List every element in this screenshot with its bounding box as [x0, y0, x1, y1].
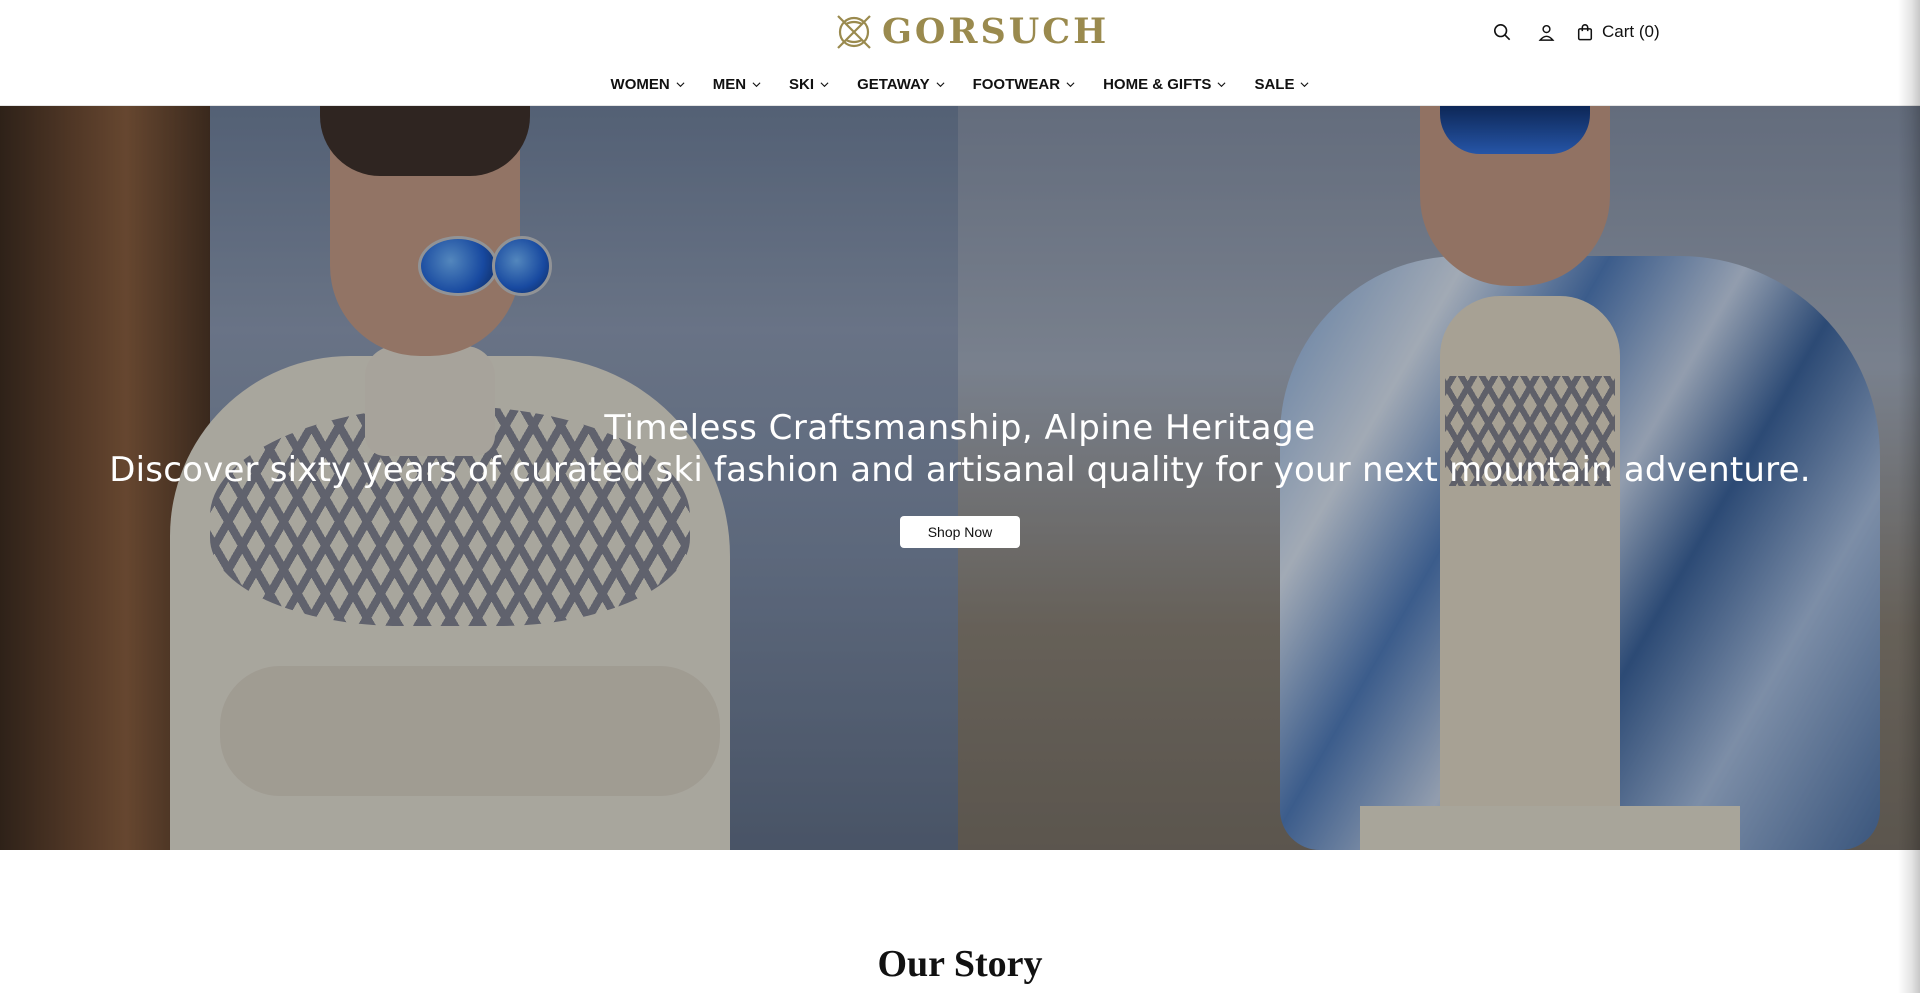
crossed-skis-crest-icon [837, 15, 871, 49]
nav-item-label: SKI [789, 75, 815, 93]
search-button[interactable] [1488, 18, 1516, 46]
nav-item-label: MEN [712, 75, 747, 93]
user-icon [1538, 24, 1554, 41]
hero-subtitle: Discover sixty years of curated ski fash… [109, 450, 1811, 490]
search-icon [1493, 23, 1511, 41]
section-title: Our Story [877, 943, 1043, 985]
nav-item-men[interactable]: MEN [699, 72, 775, 96]
shop-now-button[interactable]: Shop Now [900, 516, 1020, 548]
nav-item-home-gifts[interactable]: HOME & GIFTS [1089, 72, 1240, 96]
site-header: GORSUCH Cart (0) WOMEN MEN SKI GETAWAY F… [0, 0, 1920, 106]
main-navigation: WOMEN MEN SKI GETAWAY FOOTWEAR HOME & GI… [0, 72, 1920, 96]
brand-logo[interactable]: GORSUCH [832, 10, 1109, 54]
utility-nav: Cart (0) [1488, 18, 1660, 46]
nav-item-getaway[interactable]: GETAWAY [843, 72, 959, 96]
chevron-down-icon [1300, 81, 1309, 87]
nav-item-ski[interactable]: SKI [775, 72, 843, 96]
chevron-down-icon [820, 81, 829, 87]
nav-item-label: FOOTWEAR [972, 75, 1061, 93]
nav-item-footwear[interactable]: FOOTWEAR [959, 72, 1090, 96]
chevron-down-icon [676, 81, 685, 87]
our-story-section: Our Story [0, 850, 1920, 993]
nav-item-label: HOME & GIFTS [1103, 75, 1212, 93]
brand-name: GORSUCH [882, 11, 1110, 52]
chevron-down-icon [752, 81, 761, 87]
nav-item-label: SALE [1254, 75, 1295, 93]
drawer-edge-shadow [1898, 0, 1920, 993]
shopping-bag-icon [1577, 24, 1593, 41]
nav-item-sale[interactable]: SALE [1240, 72, 1323, 96]
hero-content: Timeless Craftsmanship, Alpine Heritage … [0, 406, 1920, 548]
nav-item-label: GETAWAY [857, 75, 930, 93]
chevron-down-icon [1217, 81, 1226, 87]
account-button[interactable] [1532, 18, 1560, 46]
hero-title: Timeless Craftsmanship, Alpine Heritage [604, 408, 1316, 448]
chevron-down-icon [1066, 81, 1075, 87]
hero-banner: Timeless Craftsmanship, Alpine Heritage … [0, 106, 1920, 850]
cart-button[interactable]: Cart (0) [1576, 22, 1660, 42]
chevron-down-icon [936, 81, 945, 87]
cart-label: Cart (0) [1602, 22, 1660, 41]
nav-item-label: WOMEN [610, 75, 670, 93]
nav-item-women[interactable]: WOMEN [597, 72, 699, 96]
